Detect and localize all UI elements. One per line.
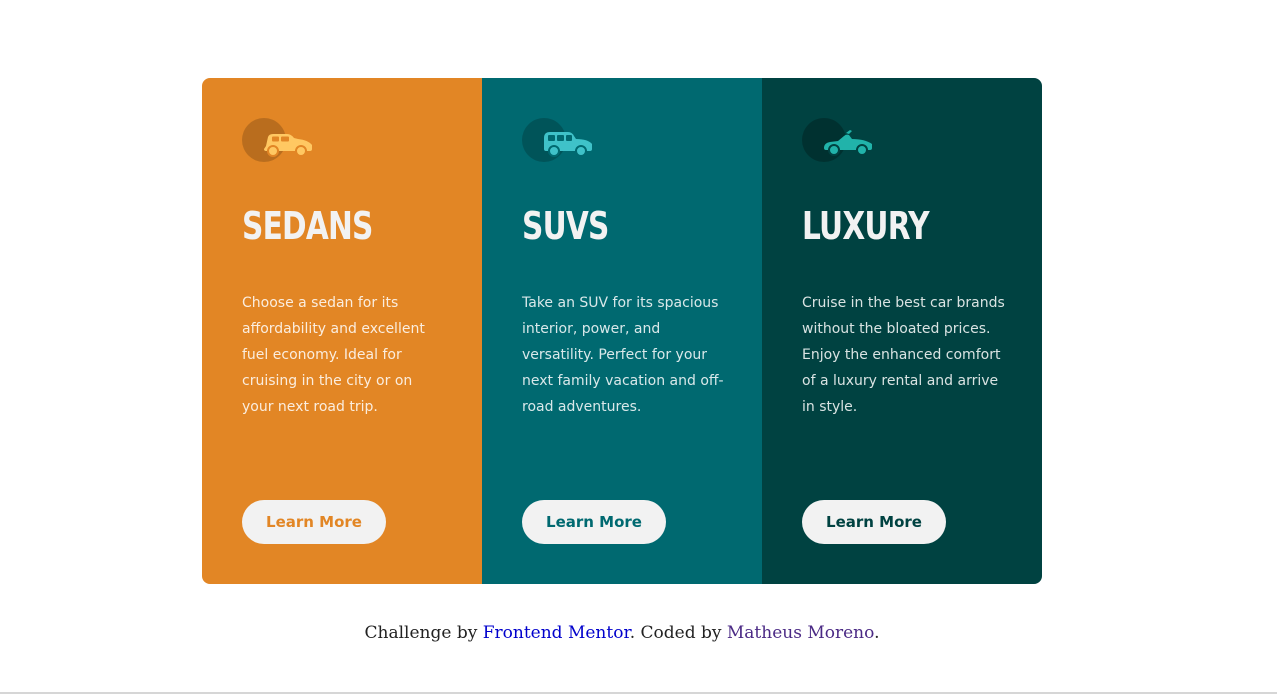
card-sedans: SEDANS Choose a sedan for its affordabil…: [202, 78, 482, 584]
cards-container: SEDANS Choose a sedan for its affordabil…: [202, 78, 1042, 584]
card-title: LUXURY: [802, 204, 930, 248]
sedan-car-icon: [242, 118, 314, 162]
attribution-middle: . Coded by: [629, 623, 727, 643]
learn-more-button-suvs[interactable]: Learn More: [522, 500, 666, 544]
learn-more-button-sedans[interactable]: Learn More: [242, 500, 386, 544]
attribution-suffix: .: [874, 623, 880, 643]
attribution: Challenge by Frontend Mentor. Coded by M…: [0, 623, 1244, 643]
card-description: Cruise in the best car brands without th…: [802, 295, 1005, 415]
suv-car-icon: [522, 118, 594, 162]
author-link[interactable]: Matheus Moreno: [727, 623, 874, 643]
frontend-mentor-link[interactable]: Frontend Mentor: [483, 623, 630, 643]
attribution-prefix: Challenge by: [364, 623, 483, 643]
card-suvs: SUVS Take an SUV for its spacious interi…: [482, 78, 762, 584]
card-title: SEDANS: [242, 204, 373, 248]
learn-more-button-luxury[interactable]: Learn More: [802, 500, 946, 544]
card-luxury: LUXURY Cruise in the best car brands wit…: [762, 78, 1042, 584]
luxury-car-icon: [802, 118, 874, 162]
card-title: SUVS: [522, 204, 609, 248]
card-description: Take an SUV for its spacious interior, p…: [522, 295, 724, 415]
card-description: Choose a sedan for its affordability and…: [242, 295, 425, 415]
